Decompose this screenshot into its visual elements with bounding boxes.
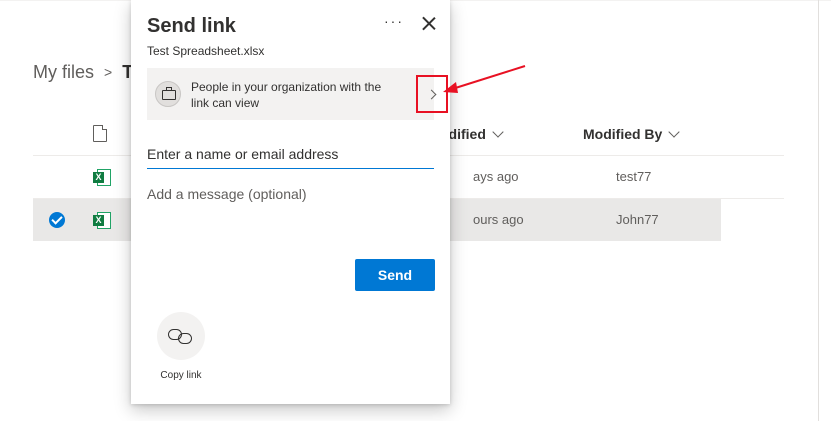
permission-description: People in your organization with the lin… [191, 80, 382, 110]
excel-file-icon: X [93, 169, 111, 186]
row-modified: ours ago [473, 212, 524, 227]
column-header-modified-by-label: Modified By [583, 126, 663, 142]
breadcrumb-root[interactable]: My files [33, 62, 94, 83]
scrollbar-edge [818, 0, 819, 421]
file-name: Test Spreadsheet.xlsx [147, 44, 265, 58]
copy-link-label: Copy link [160, 370, 202, 381]
ellipsis-icon[interactable]: ··· [381, 12, 407, 34]
row-modified-by: John77 [616, 212, 659, 227]
briefcase-icon [155, 81, 181, 107]
chevron-right-icon[interactable] [416, 75, 448, 113]
copy-link-button[interactable]: Copy link [151, 312, 211, 384]
excel-file-icon: X [93, 212, 111, 229]
chevron-down-icon [668, 125, 681, 138]
send-button[interactable]: Send [355, 259, 435, 291]
email-field[interactable] [147, 140, 434, 169]
message-field[interactable] [147, 186, 434, 246]
row-modified: ays ago [473, 169, 519, 184]
send-link-dialog: Send link ··· Test Spreadsheet.xlsx Peop… [131, 0, 450, 404]
breadcrumb-separator-icon: > [104, 64, 113, 80]
link-settings-button[interactable]: People in your organization with the lin… [147, 68, 448, 120]
chevron-down-icon [492, 125, 504, 138]
dialog-title: Send link [147, 15, 236, 37]
close-icon[interactable] [417, 12, 441, 36]
breadcrumb: My files > T [33, 60, 133, 84]
column-header-modified-by[interactable]: Modified By [583, 120, 681, 148]
document-icon[interactable] [93, 125, 107, 142]
row-modified-by: test77 [616, 169, 652, 184]
link-icon [157, 312, 205, 360]
checkmark-icon[interactable] [49, 212, 65, 228]
